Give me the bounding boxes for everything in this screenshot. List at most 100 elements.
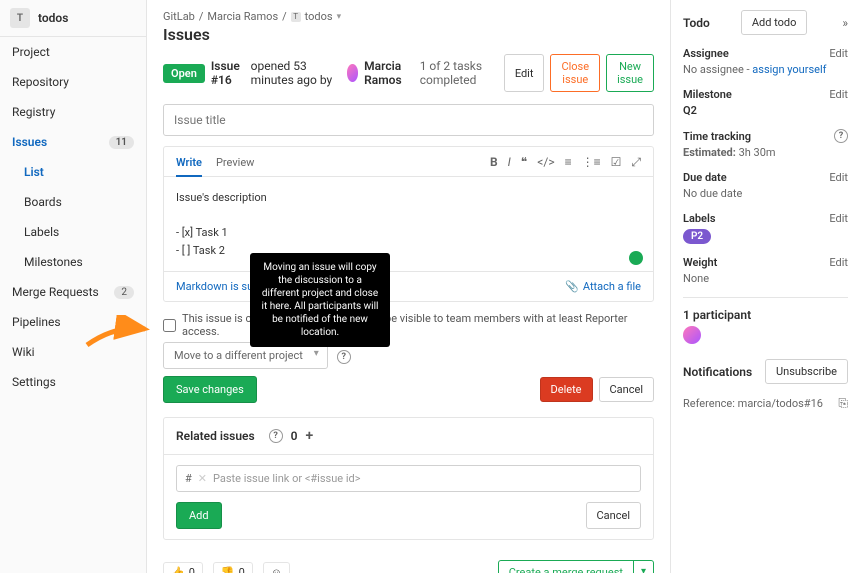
cancel-related-button[interactable]: Cancel bbox=[586, 502, 641, 529]
due-date-label: Due date bbox=[683, 171, 727, 184]
reference-value: marcia/todos#16 bbox=[738, 397, 823, 410]
edit-weight[interactable]: Edit bbox=[829, 256, 848, 269]
crumb-gitlab[interactable]: GitLab bbox=[163, 10, 195, 23]
mr-count-badge: 2 bbox=[114, 286, 134, 299]
nav-registry[interactable]: Registry bbox=[0, 97, 146, 127]
description-textarea[interactable]: Issue's description - [x] Task 1 - [ ] T… bbox=[164, 177, 653, 271]
main-content: GitLab / Marcia Ramos / T todos ▾ Issues… bbox=[147, 0, 670, 573]
code-icon[interactable]: </> bbox=[537, 155, 554, 170]
nav-issues-boards[interactable]: Boards bbox=[0, 187, 146, 217]
edit-button[interactable]: Edit bbox=[504, 54, 545, 92]
assign-yourself-link[interactable]: assign yourself bbox=[752, 63, 826, 76]
project-name: todos bbox=[38, 11, 68, 25]
nav-merge-requests[interactable]: Merge Requests2 bbox=[0, 277, 146, 307]
cancel-button[interactable]: Cancel bbox=[599, 377, 654, 402]
crumb-user[interactable]: Marcia Ramos bbox=[207, 10, 278, 23]
nav-project[interactable]: Project bbox=[0, 37, 146, 67]
help-icon[interactable]: ? bbox=[269, 429, 283, 443]
related-issues-title: Related issues bbox=[176, 429, 255, 443]
add-related-button[interactable]: + bbox=[306, 428, 314, 444]
nav-issues-milestones[interactable]: Milestones bbox=[0, 247, 146, 277]
move-tooltip: Moving an issue will copy the discussion… bbox=[250, 253, 390, 347]
editor-toolbar: B I ❝ </> ≡ ⋮≡ ☑ ⤢ bbox=[490, 155, 641, 176]
label-chip[interactable]: P2 bbox=[683, 229, 711, 244]
project-avatar: T bbox=[10, 8, 30, 28]
list-ul-icon[interactable]: ≡ bbox=[565, 155, 572, 170]
weight-value: None bbox=[683, 272, 848, 285]
editor-card: Write Preview B I ❝ </> ≡ ⋮≡ ☑ ⤢ Issue's… bbox=[163, 146, 654, 302]
issues-count-badge: 11 bbox=[109, 136, 134, 149]
edit-assignee[interactable]: Edit bbox=[829, 47, 848, 60]
time-tracking-label: Time tracking bbox=[683, 130, 751, 143]
reactions-bar: 👍 0 👎 0 ☺ Create a merge request ▾ bbox=[163, 550, 654, 573]
thumbs-down-button[interactable]: 👎 0 bbox=[213, 562, 253, 573]
italic-icon[interactable]: I bbox=[508, 155, 511, 170]
issue-title-input[interactable] bbox=[163, 104, 654, 136]
save-button[interactable]: Save changes bbox=[163, 376, 257, 403]
tab-write[interactable]: Write bbox=[176, 156, 202, 177]
milestone-label: Milestone bbox=[683, 88, 732, 101]
related-issues-card: Related issues ? 0 + #✕ Paste issue link… bbox=[163, 417, 654, 540]
bold-icon[interactable]: B bbox=[490, 155, 498, 170]
participants-label: 1 participant bbox=[683, 308, 848, 322]
due-date-value: No due date bbox=[683, 187, 848, 200]
fullscreen-icon[interactable]: ⤢ bbox=[631, 155, 641, 170]
create-mr-button[interactable]: Create a merge request bbox=[498, 560, 634, 573]
milestone-value[interactable]: Q2 bbox=[683, 104, 848, 117]
related-issue-input[interactable]: #✕ Paste issue link or <#issue id> bbox=[176, 465, 641, 492]
create-mr-dropdown[interactable]: ▾ bbox=[634, 560, 654, 573]
list-ol-icon[interactable]: ⋮≡ bbox=[582, 155, 601, 170]
tab-preview[interactable]: Preview bbox=[216, 156, 254, 175]
quote-icon[interactable]: ❝ bbox=[521, 155, 527, 170]
participant-avatar[interactable] bbox=[683, 326, 701, 344]
project-header[interactable]: T todos bbox=[0, 0, 146, 37]
nav-issues[interactable]: Issues11 bbox=[0, 127, 146, 157]
issue-id: Issue #16 bbox=[211, 59, 245, 87]
confidential-row: This issue is confidential and should on… bbox=[163, 312, 654, 338]
issue-meta: Open Issue #16 opened 53 minutes ago by … bbox=[163, 54, 654, 92]
chevron-down-icon[interactable]: ▾ bbox=[337, 12, 342, 22]
nav-issues-list[interactable]: List bbox=[0, 157, 146, 187]
edit-labels[interactable]: Edit bbox=[829, 212, 848, 225]
attach-file-link[interactable]: 📎Attach a file bbox=[565, 280, 641, 293]
weight-label: Weight bbox=[683, 256, 717, 269]
crumb-project[interactable]: todos bbox=[305, 10, 333, 23]
edit-milestone[interactable]: Edit bbox=[829, 88, 848, 101]
edit-due-date[interactable]: Edit bbox=[829, 171, 848, 184]
copy-reference-icon[interactable]: ⎘ bbox=[838, 396, 848, 411]
collapse-sidebar-icon[interactable]: » bbox=[842, 16, 848, 30]
close-issue-button[interactable]: Close issue bbox=[550, 54, 600, 92]
add-todo-button[interactable]: Add todo bbox=[741, 10, 808, 35]
tasks-progress: 1 of 2 tasks completed bbox=[420, 59, 498, 87]
new-issue-button[interactable]: New issue bbox=[606, 54, 654, 92]
nav-issues-labels[interactable]: Labels bbox=[0, 217, 146, 247]
sidebar-left: T todos Project Repository Registry Issu… bbox=[0, 0, 147, 573]
estimate-value: 3h 30m bbox=[739, 146, 776, 159]
author-name[interactable]: Marcia Ramos bbox=[364, 59, 414, 87]
add-button[interactable]: Add bbox=[176, 502, 222, 529]
notifications-label: Notifications bbox=[683, 365, 752, 379]
author-avatar[interactable] bbox=[347, 64, 359, 82]
related-count: 0 bbox=[291, 429, 298, 443]
help-icon[interactable]: ? bbox=[834, 129, 848, 143]
task-list-icon[interactable]: ☑ bbox=[611, 155, 622, 170]
sidebar-right: Todo Add todo » AssigneeEdit No assignee… bbox=[670, 0, 860, 573]
status-badge: Open bbox=[163, 64, 205, 83]
help-icon[interactable]: ? bbox=[337, 350, 351, 364]
nav-settings[interactable]: Settings bbox=[0, 367, 146, 397]
labels-label: Labels bbox=[683, 212, 715, 225]
annotation-arrow bbox=[85, 315, 155, 355]
breadcrumb: GitLab / Marcia Ramos / T todos ▾ bbox=[163, 0, 654, 25]
assignee-label: Assignee bbox=[683, 47, 729, 60]
move-project-row: Move to a different project ? bbox=[163, 348, 654, 364]
page-title: Issues bbox=[163, 25, 654, 44]
thumbs-up-button[interactable]: 👍 0 bbox=[163, 562, 203, 573]
paperclip-icon: 📎 bbox=[565, 280, 579, 293]
delete-button[interactable]: Delete bbox=[540, 377, 593, 402]
grammarly-icon[interactable] bbox=[629, 251, 643, 265]
confidential-checkbox[interactable] bbox=[163, 319, 176, 332]
unsubscribe-button[interactable]: Unsubscribe bbox=[765, 359, 848, 384]
emoji-picker-button[interactable]: ☺ bbox=[263, 562, 290, 573]
nav-repository[interactable]: Repository bbox=[0, 67, 146, 97]
todo-label: Todo bbox=[683, 16, 710, 30]
